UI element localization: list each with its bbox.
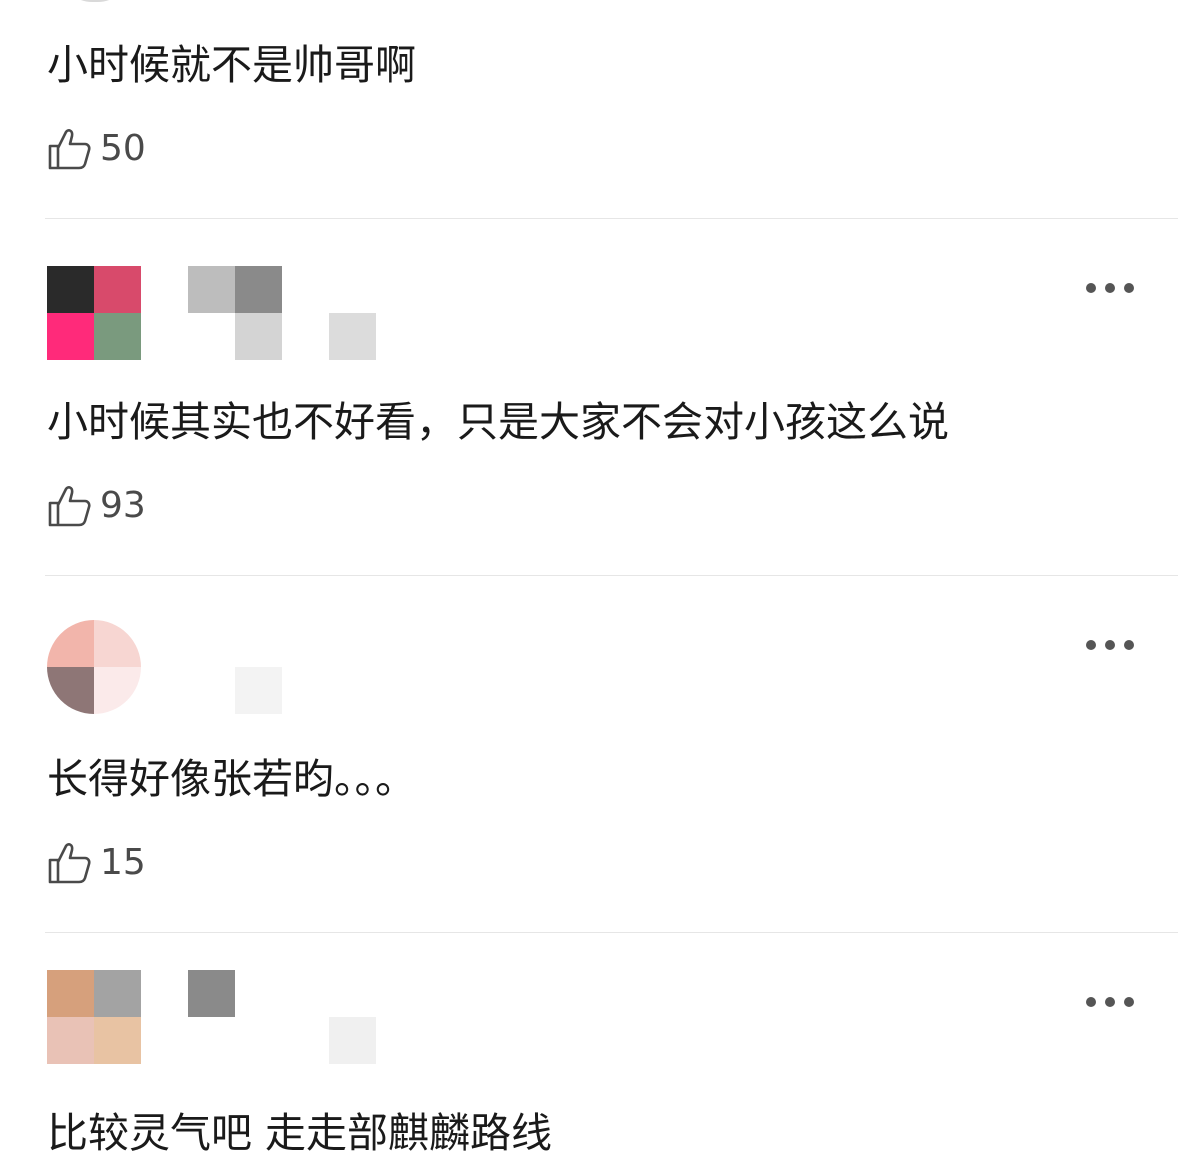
comment-text: 比较灵气吧 走走部麒麟路线	[47, 1109, 553, 1157]
comment-text: 长得好像张若昀。。。	[47, 755, 416, 803]
divider	[45, 218, 1178, 219]
username[interactable]	[188, 266, 378, 360]
divider	[45, 932, 1178, 933]
thumbs-up-icon	[48, 129, 91, 170]
avatar[interactable]	[47, 970, 141, 1064]
comment-text: 小时候其实也不好看，只是大家不会对小孩这么说	[47, 398, 949, 446]
like-count: 93	[100, 485, 146, 526]
avatar[interactable]	[47, 620, 141, 714]
avatar[interactable]	[60, 0, 130, 2]
avatar[interactable]	[47, 266, 141, 360]
like-count: 15	[100, 842, 146, 883]
comment-text: 小时候就不是帅哥啊	[47, 41, 416, 89]
like-button[interactable]: 93	[46, 483, 146, 529]
divider	[45, 575, 1178, 576]
more-options-icon[interactable]	[1086, 995, 1134, 1009]
thumbs-up-icon	[48, 486, 91, 527]
like-button[interactable]: 50	[46, 126, 146, 172]
thumbs-up-icon	[48, 843, 91, 884]
more-options-icon[interactable]	[1086, 281, 1134, 295]
more-options-icon[interactable]	[1086, 638, 1134, 652]
username[interactable]	[188, 620, 378, 714]
like-button[interactable]: 15	[46, 840, 146, 886]
like-count: 50	[100, 128, 146, 169]
username[interactable]	[188, 970, 378, 1064]
